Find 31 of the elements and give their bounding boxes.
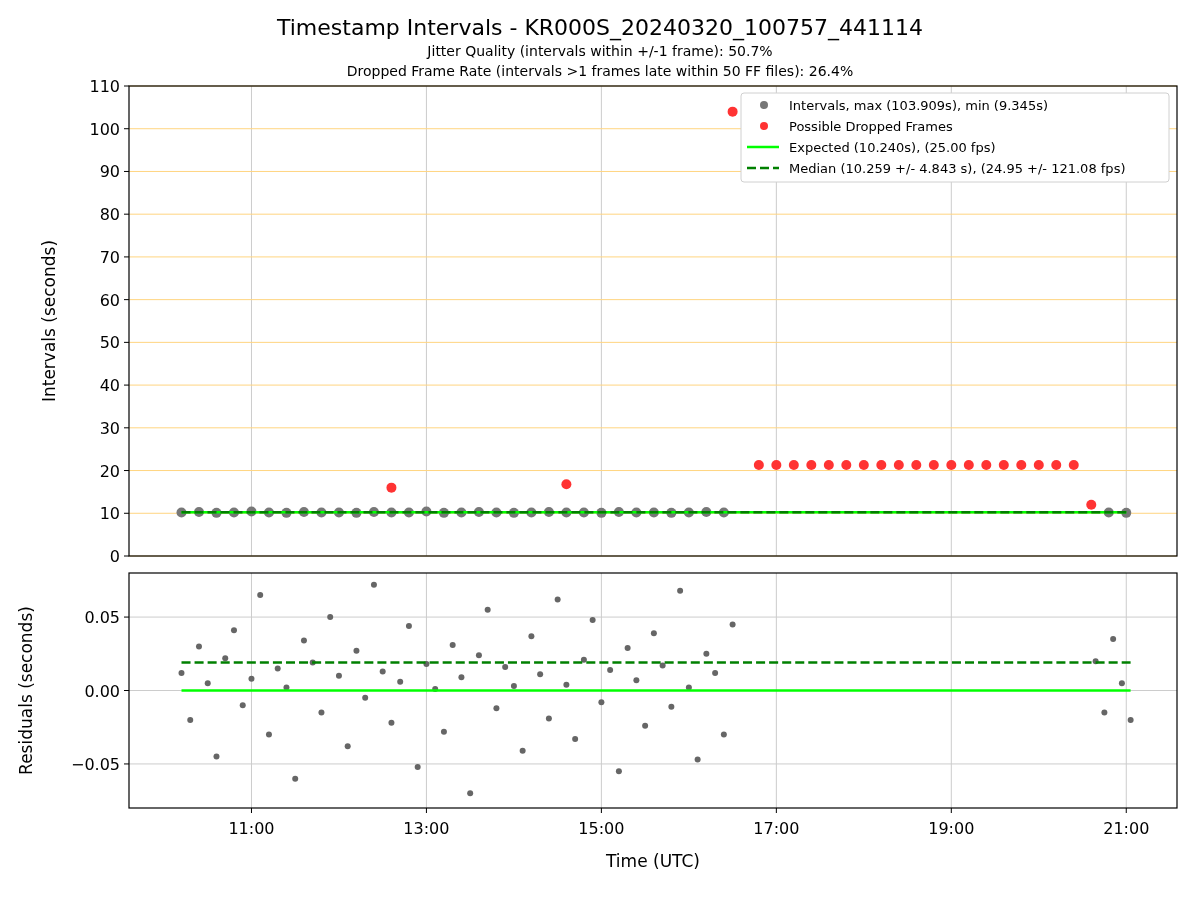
y-tick-label: 70 [99, 247, 120, 267]
y-tick-label: 90 [99, 162, 120, 182]
x-tick-label: 15:00 [578, 819, 625, 838]
y-tick-label: 0.00 [84, 681, 120, 701]
x-tick-label: 19:00 [928, 819, 975, 838]
x-tick-label: 13:00 [403, 819, 450, 838]
y-tick-label: 60 [99, 290, 120, 310]
y-tick-label: 110 [89, 77, 120, 96]
x-tick-label: 11:00 [228, 819, 275, 838]
y-tick-label: 100 [89, 119, 120, 139]
x-tick-label: 17:00 [753, 819, 800, 838]
y-tick-label: 40 [99, 376, 120, 396]
chart-subtitle: Dropped Frame Rate (intervals >1 frames late within 50 FF files): 26.4% [346, 62, 854, 81]
x-tick-label: 21:00 [1103, 819, 1150, 838]
chart-subtitle: Jitter Quality (intervals within +/-1 frame): 50.7% [427, 42, 773, 61]
y-tick-label: 0 [109, 547, 120, 566]
legend-label: Expected (10.240s), (25.00 fps) [789, 140, 996, 155]
y-axis-label: Residuals (seconds) [16, 606, 36, 775]
y-tick-label: 20 [99, 461, 120, 481]
y-tick-label: 0.05 [84, 608, 120, 628]
legend-label: Median (10.259 +/- 4.843 s), (24.95 +/- 121.08 fps) [789, 161, 1126, 176]
x-axis-label: Time (UTC) [606, 851, 700, 871]
legend-label: Intervals, max (103.909s), min (9.345s) [789, 98, 1048, 113]
y-tick-label: −0.05 [70, 754, 120, 774]
y-tick-label: 30 [99, 418, 120, 438]
y-tick-label: 10 [99, 504, 120, 524]
y-axis-label: Intervals (seconds) [39, 239, 59, 403]
chart-title: Timestamp Intervals - KR000S_20240320_100757_441114 [276, 15, 923, 41]
legend-label: Possible Dropped Frames [789, 119, 953, 134]
y-tick-label: 80 [99, 205, 120, 225]
y-tick-label: 50 [99, 333, 120, 353]
